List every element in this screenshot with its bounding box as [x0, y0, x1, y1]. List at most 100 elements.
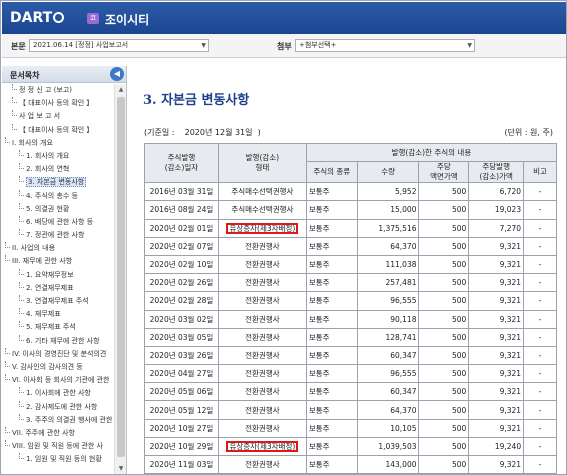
toc-item-label: 1. 임원 및 직원 등의 현황 [26, 455, 102, 464]
toc-item-label: 6. 배당에 관한 사항 등 [26, 217, 94, 226]
toc-item-label: II. 사업의 내용 [12, 244, 56, 253]
scroll-down-icon[interactable]: ▼ [116, 464, 126, 474]
cell-type: 전환권행사 [217, 254, 307, 275]
toc-item[interactable]: 사 업 보 고 서 [2, 110, 126, 123]
table-row: 2020년 10월 27일 전환권행사 보통주 10,105 500 9,321- [144, 418, 557, 438]
cell-type: 전환권행사 [217, 418, 307, 438]
toc-item[interactable]: 5. 의결권 현황 [2, 202, 126, 216]
toc-item[interactable]: 5. 재무제표 주석 [2, 321, 126, 334]
toc-item[interactable]: 1. 회사의 개요 [2, 149, 126, 163]
cell-price: 19,240 [468, 436, 525, 457]
cell-kind: 보통주 [305, 291, 358, 311]
cell-type: 전환권행사 [217, 327, 307, 347]
toc-item[interactable]: VI. 이사회 등 회사의 기관에 관한 [2, 374, 126, 387]
cell-kind: 보통주 [305, 182, 358, 202]
toc-item[interactable]: VII. 주주에 관한 사항 [2, 426, 126, 440]
cell-date: 2020년 10월 29일 [144, 436, 219, 457]
table-row: 2020년 03월 05일 전환권행사 보통주 128,741 500 9,321- [144, 327, 557, 347]
cell-kind: 보통주 [305, 273, 358, 293]
toc-item[interactable]: 6. 기타 재무에 관한 사항 [2, 334, 126, 348]
toc-item[interactable]: 1. 이사회에 관한 사항 [2, 387, 126, 400]
cell-price: 6,720 [468, 182, 525, 202]
toc-item[interactable]: 3. 주주의 의결권 행사에 관한 [2, 413, 126, 427]
col-header-kind: 주식의 종류 [305, 161, 358, 184]
toc-item[interactable]: 정 정 신 고 (보고) [2, 84, 126, 97]
cell-date: 2020년 10월 27일 [144, 418, 219, 438]
cell-note: - [523, 345, 557, 366]
toc-item[interactable]: 3. 연결재무제표 주석 [2, 295, 126, 308]
toc-item[interactable]: 4. 재무제표 [2, 308, 126, 321]
attachment-select[interactable]: +첨부선택+ ▼ [295, 39, 475, 52]
tree-branch-icon [19, 413, 24, 420]
cell-price: 9,321 [468, 236, 525, 256]
cell-note: - [523, 364, 557, 384]
toc-item-label: 5. 재무제표 주석 [26, 323, 76, 332]
toc-item-label: 4. 재무제표 [26, 310, 61, 319]
cell-type: 전환권행사 [217, 382, 307, 402]
toc-item-label: 1. 회사의 개요 [26, 151, 70, 160]
table-row: 2020년 02월 28일 전환권행사 보통주 96,555 500 9,321- [144, 291, 557, 311]
cell-date: 2016년 03월 31일 [144, 182, 219, 202]
table-row: 2016년 03월 31일 주식매수선택권행사 보통주 5,952 500 6,720- [144, 182, 557, 202]
sidebar-scrollbar[interactable]: ▲ ▼ [114, 84, 126, 474]
toc-item[interactable]: VIII. 임원 및 직원 등에 관한 사 [2, 440, 126, 453]
cell-qty: 143,000 [356, 454, 420, 474]
cell-date: 2020년 02월 07일 [144, 236, 219, 256]
toc-item[interactable]: 2. 회사의 연혁 [2, 163, 126, 176]
cell-qty: 60,347 [356, 382, 420, 402]
cell-price: 9,321 [468, 400, 525, 420]
toc-item-label: 1. 이사회에 관한 사항 [26, 389, 91, 398]
cell-note: - [523, 382, 557, 402]
toc-item[interactable]: 【 대표이사 등의 확인 】 [2, 97, 126, 110]
logo-ring-icon [53, 12, 65, 23]
cell-date: 2020년 11월 03일 [144, 454, 219, 474]
cell-price: 9,321 [468, 382, 525, 402]
cell-type: 전환권행사 [217, 236, 307, 256]
cell-kind: 보통주 [305, 218, 358, 238]
cell-qty: 64,370 [356, 400, 420, 420]
toc-item[interactable]: II. 사업의 내용 [2, 242, 126, 255]
scroll-up-icon[interactable]: ▲ [116, 85, 126, 95]
main-doc-select[interactable]: 2021.06.14 [정정] 사업보고서 ▼ [29, 39, 209, 52]
cell-note: - [523, 400, 557, 420]
toc-item-label: 3. 주주의 의결권 행사에 관한 [26, 415, 113, 424]
cell-type: 전환권행사 [217, 364, 307, 384]
col-header-type: 발행(감소) 형태 [217, 142, 307, 184]
tree-branch-icon [19, 268, 24, 275]
toc-item[interactable]: III. 재무에 관한 사항 [2, 255, 126, 268]
toc-item[interactable]: 4. 주식의 총수 등 [2, 189, 126, 203]
cell-note: - [523, 218, 557, 238]
toc-item[interactable]: 2. 연결재무제표 [2, 281, 126, 295]
cell-price: 7,270 [468, 218, 525, 238]
tree-branch-icon [5, 136, 10, 143]
cell-price: 19,023 [468, 200, 525, 220]
toc-item[interactable]: V. 감사인의 감사의견 등 [2, 360, 126, 374]
toc-item[interactable]: 3. 자본금 변동사항 [2, 176, 126, 189]
col-header-note: 비고 [523, 161, 557, 184]
toc-item-label: VIII. 임원 및 직원 등에 관한 사 [12, 442, 103, 451]
scroll-thumb[interactable] [117, 97, 125, 457]
cell-face: 500 [418, 218, 470, 238]
cell-face: 500 [418, 418, 470, 438]
cell-type: 주식매수선택권행사 [217, 200, 307, 220]
toc-item-label: VII. 주주에 관한 사항 [12, 428, 75, 437]
table-row: 2016년 08월 24일 주식매수선택권행사 보통주 15,000 500 19,023… [144, 200, 557, 220]
toc-item[interactable]: 7. 정관에 관한 사항 [2, 229, 126, 242]
toc-item[interactable]: 2. 감사제도에 관한 사항 [2, 400, 126, 414]
dart-logo[interactable]: DART [10, 10, 65, 26]
col-header-qty: 수량 [356, 161, 420, 184]
toc-item[interactable]: 6. 배당에 관한 사항 등 [2, 215, 126, 229]
toc-item[interactable]: I. 회사의 개요 [2, 136, 126, 150]
cell-kind: 보통주 [305, 236, 358, 256]
table-row: 2020년 03월 02일 전환권행사 보통주 90,118 500 9,321- [144, 309, 557, 329]
toc-item[interactable]: 1. 요약재무정보 [2, 268, 126, 282]
cell-note: - [523, 236, 557, 256]
table-row: 2020년 02월 10일 전환권행사 보통주 111,038 500 9,321- [144, 254, 557, 275]
collapse-sidebar-button[interactable]: ◀ [110, 67, 124, 81]
toc-item[interactable]: 1. 임원 및 직원 등의 현황 [2, 453, 126, 466]
cell-date: 2020년 03월 05일 [144, 327, 219, 347]
tree-branch-icon [19, 176, 24, 183]
toc-item[interactable]: 【 대표이사 등의 확인 】 [2, 123, 126, 137]
toc-item[interactable]: IV. 이사의 경영진단 및 분석의견 [2, 347, 126, 361]
tree-branch-icon [5, 440, 10, 447]
